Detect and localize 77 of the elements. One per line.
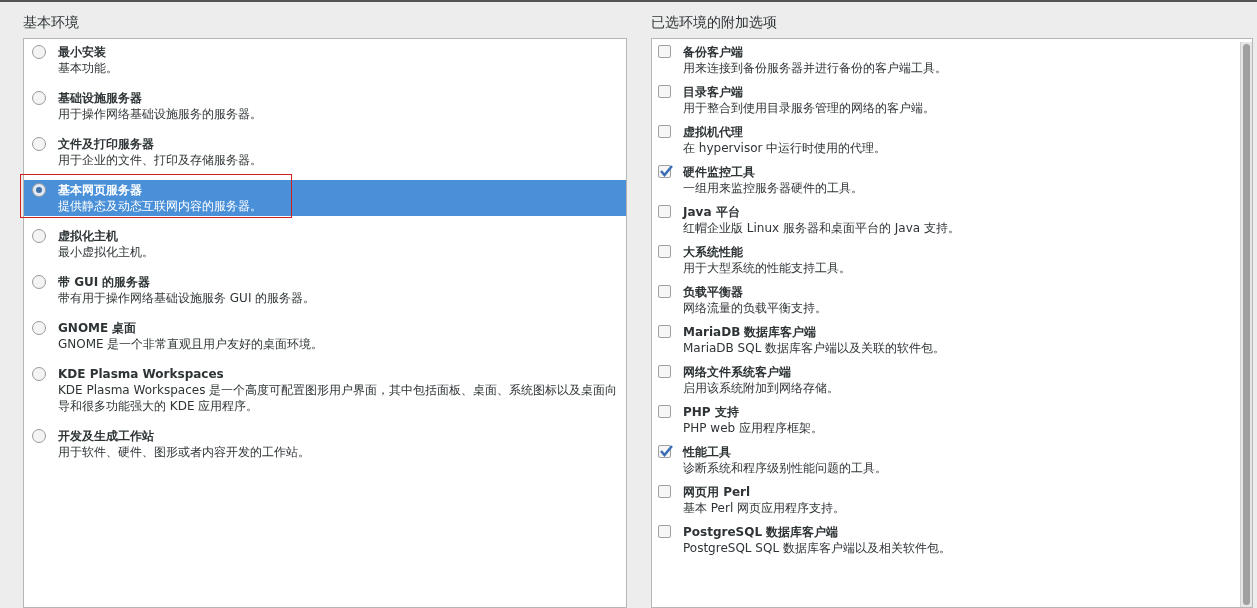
checkbox[interactable] [658,165,671,178]
option-description: PHP web 应用程序框架。 [683,420,823,436]
checkbox[interactable] [658,205,671,218]
option-description: 用于整合到使用目录服务管理的网络的客户端。 [683,100,935,116]
option-description: 提供静态及动态互联网内容的服务器。 [58,198,262,214]
radio-button[interactable] [32,137,46,151]
option-name: 虚拟机代理 [683,124,744,140]
radio-button[interactable] [32,275,46,289]
option-description: MariaDB SQL 数据库客户端以及关联的软件包。 [683,340,946,356]
option-description: 在 hypervisor 中运行时使用的代理。 [683,140,887,156]
option-name: 备份客户端 [683,44,744,60]
environment-option[interactable]: 文件及打印服务器 用于企业的文件、打印及存储服务器。 [24,134,626,170]
option-description: 用于大型系统的性能支持工具。 [683,260,851,276]
radio-button[interactable] [32,183,46,197]
environment-option[interactable]: KDE Plasma Workspaces KDE Plasma Workspaces 是一个高度可配置图形用户界面，其中包括面板、桌面、系统图标以及桌面向导和很多功能强大的 KDE 应用程序。 [24,364,626,416]
option-description: PostgreSQL SQL 数据库客户端以及相关软件包。 [683,540,951,556]
option-name: 负载平衡器 [683,284,744,300]
option-description: 基本功能。 [58,60,118,76]
option-name: 带 GUI 的服务器 [58,274,152,290]
option-description: KDE Plasma Workspaces 是一个高度可配置图形用户界面，其中包括面板、桌面、系统图标以及桌面向导和很多功能强大的 KDE 应用程序。 [58,382,619,414]
radio-button[interactable] [32,429,46,443]
environment-option[interactable]: 带 GUI 的服务器 带有用于操作网络基础设施服务 GUI 的服务器。 [24,272,626,308]
checkbox[interactable] [658,45,671,58]
checkbox[interactable] [658,525,671,538]
option-name: 大系统性能 [683,244,744,260]
section-title: 已选环境的附加选项 [651,13,778,32]
radio-button[interactable] [32,367,46,381]
radio-button[interactable] [32,91,46,105]
option-description: 启用该系统附加到网络存储。 [683,380,839,396]
checkbox[interactable] [658,405,671,418]
option-description: 用于操作网络基础设施服务的服务器。 [58,106,262,122]
option-name: 网络文件系统客户端 [683,364,792,380]
environment-option[interactable]: 开发及生成工作站 用于软件、硬件、图形或者内容开发的工作站。 [24,426,626,462]
option-description: 带有用于操作网络基础设施服务 GUI 的服务器。 [58,290,316,306]
option-description: 诊断系统和程序级别性能问题的工具。 [683,460,887,476]
checkbox[interactable] [658,245,671,258]
option-name: 开发及生成工作站 [58,428,155,444]
scrollbar[interactable] [1240,42,1252,607]
option-name: PHP 支持 [683,404,740,420]
option-name: 硬件监控工具 [683,164,756,180]
option-name: 基本网页服务器 [58,182,143,198]
option-name: 网页用 Perl [683,484,752,500]
checkbox[interactable] [658,85,671,98]
checkbox[interactable] [658,285,671,298]
radio-button[interactable] [32,45,46,59]
environment-option[interactable]: 虚拟化主机 最小虚拟化主机。 [24,226,626,262]
option-description: 最小虚拟化主机。 [58,244,154,260]
section-title: 基本环境 [23,13,80,32]
checkbox[interactable] [658,485,671,498]
option-description: 用来连接到备份服务器并进行备份的客户端工具。 [683,60,947,76]
radio-button[interactable] [32,229,46,243]
checkbox[interactable] [658,445,671,458]
option-name: Java 平台 [683,204,741,220]
option-name: PostgreSQL 数据库客户端 [683,524,840,540]
option-name: GNOME 桌面 [58,320,138,336]
option-name: 基础设施服务器 [58,90,143,106]
option-name: 目录客户端 [683,84,744,100]
option-description: 用于软件、硬件、图形或者内容开发的工作站。 [58,444,310,460]
environment-option[interactable]: 基础设施服务器 用于操作网络基础设施服务的服务器。 [24,88,626,124]
checkbox[interactable] [658,325,671,338]
checkbox[interactable] [658,365,671,378]
option-name: 虚拟化主机 [58,228,119,244]
option-description: 用于企业的文件、打印及存储服务器。 [58,152,262,168]
radio-button[interactable] [32,321,46,335]
checkbox[interactable] [658,125,671,138]
option-name: 最小安装 [58,44,107,60]
option-name: 文件及打印服务器 [58,136,155,152]
option-description: 基本 Perl 网页应用程序支持。 [683,500,846,516]
option-name: KDE Plasma Workspaces [58,366,225,382]
environment-option[interactable]: 最小安装 基本功能。 [24,42,626,78]
option-name: MariaDB 数据库客户端 [683,324,818,340]
option-name: 性能工具 [683,444,732,460]
option-description: 红帽企业版 Linux 服务器和桌面平台的 Java 支持。 [683,220,960,236]
option-description: 网络流量的负载平衡支持。 [683,300,827,316]
environment-option[interactable]: GNOME 桌面 GNOME 是一个非常直观且用户友好的桌面环境。 [24,318,626,354]
option-description: 一组用来监控服务器硬件的工具。 [683,180,863,196]
option-description: GNOME 是一个非常直观且用户友好的桌面环境。 [58,336,324,352]
